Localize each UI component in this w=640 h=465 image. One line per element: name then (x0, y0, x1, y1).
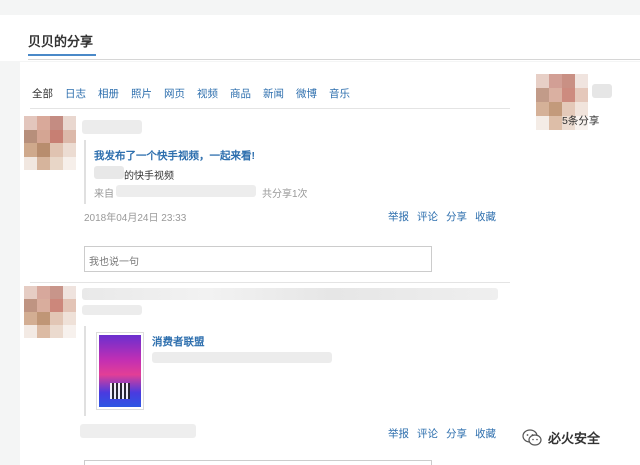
share-link[interactable]: 分享 (446, 209, 467, 224)
tab-news[interactable]: 新闻 (263, 86, 284, 101)
avatar[interactable] (24, 286, 76, 338)
favorite-link[interactable]: 收藏 (475, 426, 496, 441)
feed-divider (30, 282, 510, 283)
share-count: 共分享1次 (262, 189, 308, 200)
post-actions: 举报 评论 分享 收藏 (380, 426, 496, 441)
category-tabs: 全部 日志 相册 照片 网页 视频 商品 新闻 微博 音乐 (32, 86, 362, 101)
comment-input[interactable] (84, 460, 432, 465)
shared-article-card: 消费者联盟 (84, 326, 344, 416)
post-actions: 举报 评论 分享 收藏 (380, 209, 496, 224)
timestamp-redacted (80, 424, 196, 438)
tab-photo[interactable]: 照片 (131, 86, 152, 101)
source-label: 来自 (94, 189, 114, 200)
report-link[interactable]: 举报 (388, 209, 409, 224)
report-link[interactable]: 举报 (388, 426, 409, 441)
shared-item-subtitle: 的快手视频 (124, 171, 174, 182)
shared-item-title[interactable]: 消费者联盟 (152, 334, 205, 349)
watermark-text: 必火安全 (548, 431, 601, 446)
share-feed-panel: 全部 日志 相册 照片 网页 视频 商品 新闻 微博 音乐 我发布了一个快手视频… (20, 62, 515, 465)
username-redacted (82, 120, 142, 134)
tab-blog[interactable]: 日志 (65, 86, 86, 101)
article-thumbnail[interactable] (96, 332, 144, 410)
tab-music[interactable]: 音乐 (329, 86, 350, 101)
page: 贝贝的分享 全部 日志 相册 照片 网页 视频 商品 新闻 微博 音乐 我发布了… (0, 0, 640, 465)
tab-weibo[interactable]: 微博 (296, 86, 317, 101)
header-divider (28, 59, 640, 60)
tab-product[interactable]: 商品 (230, 86, 251, 101)
shared-video-card: 我发布了一个快手视频，一起来看! 的快手视频 来自 共分享1次 (84, 140, 324, 204)
comment-link[interactable]: 评论 (417, 209, 438, 224)
qr-code-icon (110, 383, 130, 399)
favorite-link[interactable]: 收藏 (475, 209, 496, 224)
tab-video[interactable]: 视频 (197, 86, 218, 101)
tab-all[interactable]: 全部 (32, 86, 53, 101)
source-redacted (116, 185, 256, 197)
share-link[interactable]: 分享 (446, 426, 467, 441)
poster-image (99, 335, 141, 407)
tab-album[interactable]: 相册 (98, 86, 119, 101)
shared-item-title[interactable]: 我发布了一个快手视频，一起来看! (94, 148, 255, 163)
author-redacted (94, 166, 124, 179)
title-underline (28, 54, 96, 56)
post-text-redacted (82, 288, 498, 300)
page-title: 贝贝的分享 (28, 34, 94, 49)
comment-link[interactable]: 评论 (417, 426, 438, 441)
wechat-icon (522, 428, 542, 446)
avatar[interactable] (24, 116, 76, 170)
post-timestamp: 2018年04月24日 23:33 (84, 213, 187, 224)
post-text-redacted (82, 305, 142, 315)
tabs-divider (30, 108, 510, 109)
profile-name-redacted (592, 84, 612, 98)
tab-webpage[interactable]: 网页 (164, 86, 185, 101)
share-total: 5条分享 (562, 115, 600, 127)
wechat-watermark: 必火安全 (522, 428, 600, 447)
page-header: 贝贝的分享 (0, 15, 640, 61)
article-text-redacted (152, 352, 332, 363)
comment-input[interactable]: 我也说一句 (84, 246, 432, 272)
